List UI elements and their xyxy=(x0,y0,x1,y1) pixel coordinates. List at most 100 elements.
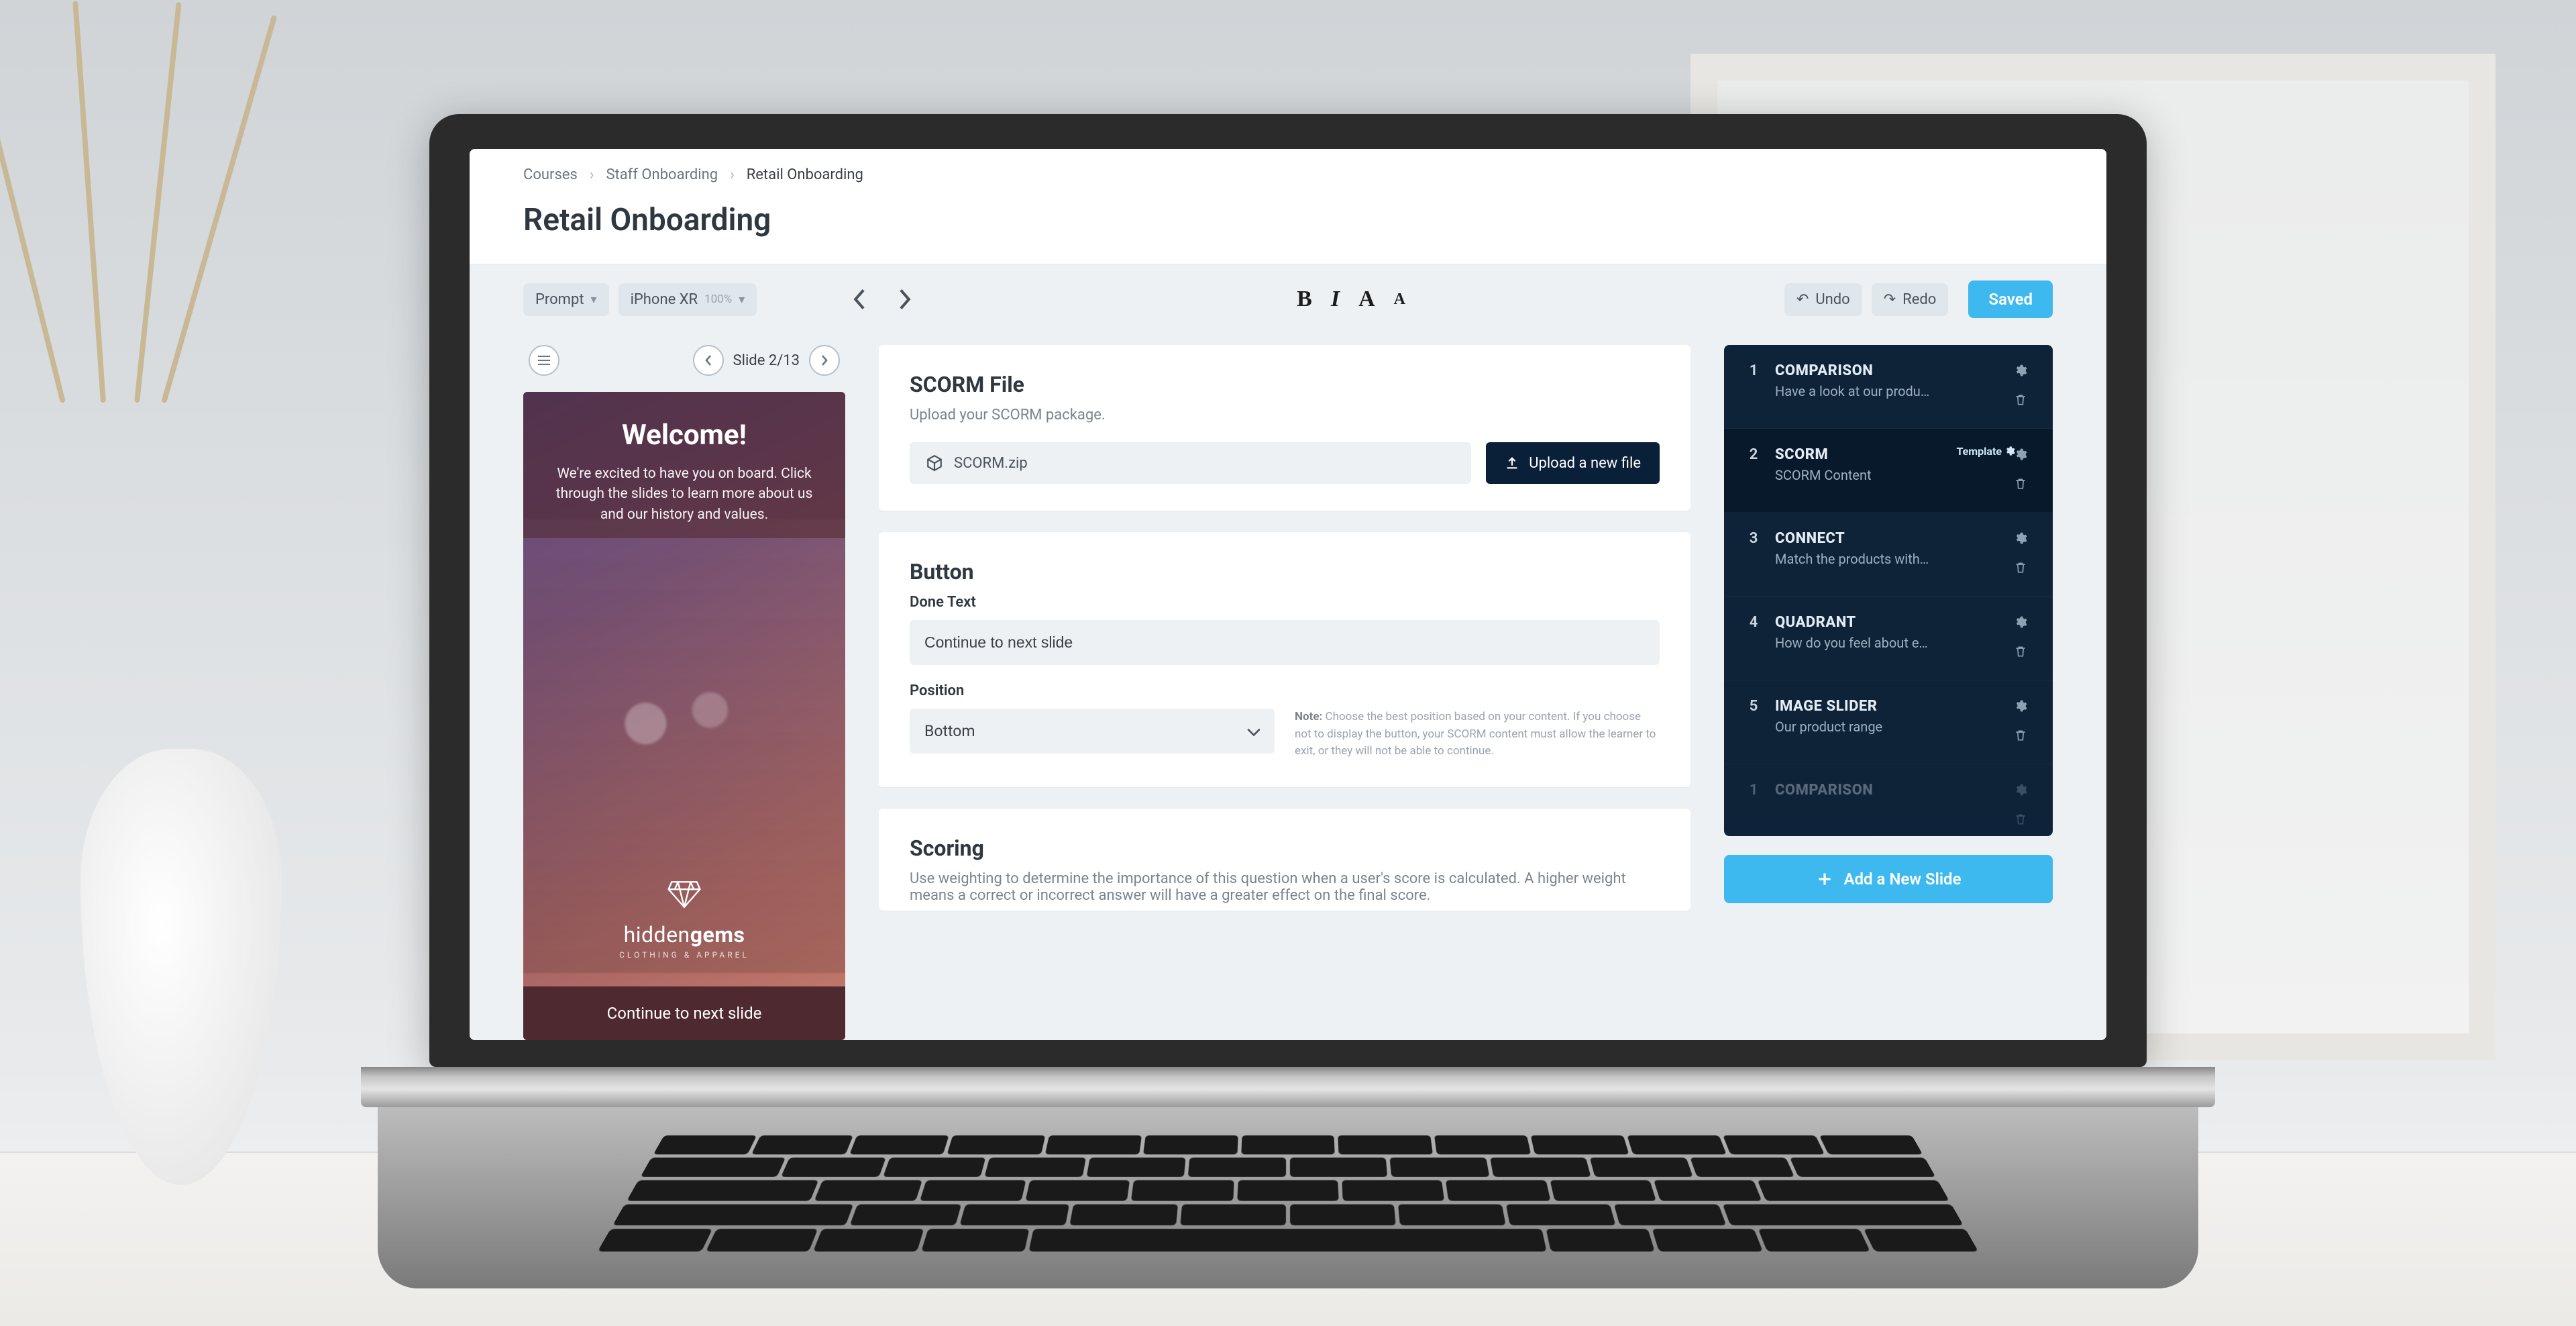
diamond-icon xyxy=(667,878,701,911)
redo-label: Redo xyxy=(1902,291,1936,308)
menu-icon xyxy=(537,355,551,366)
laptop-mockup: Courses › Staff Onboarding › Retail Onbo… xyxy=(429,114,2147,1288)
redo-button[interactable]: ↷ Redo xyxy=(1872,283,1949,316)
trash-icon[interactable] xyxy=(2014,392,2027,411)
editor-main: Slide 2/13 Welcome! We're excited to hav… xyxy=(470,318,2106,1040)
prev-slide-button[interactable] xyxy=(847,286,873,313)
slide-item[interactable]: 1 COMPARISON Have a look at our produ… xyxy=(1724,345,2053,429)
button-card-title: Button xyxy=(910,559,1660,584)
gear-icon[interactable] xyxy=(2014,782,2027,801)
device-preview: Welcome! We're excited to have you on bo… xyxy=(523,392,845,1040)
slide-item[interactable]: 1COMPARISON xyxy=(1724,764,2053,836)
breadcrumb-courses[interactable]: Courses xyxy=(523,166,578,183)
package-icon xyxy=(926,454,943,472)
trash-icon[interactable] xyxy=(2014,727,2027,746)
slide-counter: Slide 2/13 xyxy=(693,345,840,376)
zoom-value: 100% xyxy=(704,293,732,306)
next-slide-button[interactable] xyxy=(891,286,918,313)
scoring-body: Use weighting to determine the importanc… xyxy=(910,870,1660,904)
slide-desc: Have a look at our produ… xyxy=(1775,383,1996,399)
scorm-file-chip[interactable]: SCORM.zip xyxy=(910,442,1471,484)
scorm-file-name: SCORM.zip xyxy=(954,455,1028,472)
slide-desc: How do you feel about e… xyxy=(1775,635,1996,651)
slide-body: QUADRANT How do you feel about e… xyxy=(1775,614,1996,651)
done-text-input[interactable] xyxy=(910,620,1660,665)
slide-body: IMAGE SLIDER Our product range xyxy=(1775,698,1996,735)
upload-icon xyxy=(1505,456,1519,470)
bold-button[interactable]: B xyxy=(1297,287,1312,312)
gear-icon[interactable] xyxy=(2014,530,2027,549)
slide-number: 3 xyxy=(1740,530,1767,547)
slide-counter-text: Slide 2/13 xyxy=(733,352,800,369)
slide-item[interactable]: 4QUADRANTHow do you feel about e… xyxy=(1724,597,2053,680)
add-slide-label: Add a New Slide xyxy=(1844,870,1962,888)
slide-item[interactable]: 3 CONNECTMatch the products with… xyxy=(1724,513,2053,597)
undo-button[interactable]: ↶ Undo xyxy=(1784,283,1862,316)
breadcrumb-staff-onboarding[interactable]: Staff Onboarding xyxy=(606,166,718,183)
editor-toolbar: Prompt ▾ iPhone XR 100% ▾ xyxy=(470,264,2106,318)
trash-icon[interactable] xyxy=(2014,560,2027,578)
slide-actions xyxy=(2004,362,2037,411)
slide-actions xyxy=(2004,614,2037,662)
slides-column: 1COMPARISONHave a look at our produ…2SCO… xyxy=(1724,345,2053,1040)
position-select[interactable]: Bottom xyxy=(910,709,1275,754)
slide-actions xyxy=(2004,782,2037,830)
prompt-dropdown[interactable]: Prompt ▾ xyxy=(523,283,609,316)
button-card: Button Done Text Position Bottom xyxy=(879,532,1690,787)
trash-icon[interactable] xyxy=(2014,811,2027,830)
slide-desc: SCORM Content xyxy=(1775,467,1996,483)
config-column: SCORM File Upload your SCORM package. SC… xyxy=(879,345,1690,1040)
gear-icon[interactable] xyxy=(2014,698,2027,717)
gear-icon[interactable] xyxy=(2014,446,2027,465)
scorm-card: SCORM File Upload your SCORM package. SC… xyxy=(879,345,1690,511)
plus-icon xyxy=(1816,870,1833,888)
counter-prev-button[interactable] xyxy=(693,345,724,376)
slide-number: 2 xyxy=(1740,446,1767,463)
app-root: Courses › Staff Onboarding › Retail Onbo… xyxy=(470,149,2106,1040)
chevron-right-icon xyxy=(897,288,912,311)
device-label: iPhone XR xyxy=(631,291,698,308)
italic-button[interactable]: I xyxy=(1331,287,1340,312)
prompt-label: Prompt xyxy=(535,291,584,308)
slide-item[interactable]: 5IMAGE SLIDEROur product range xyxy=(1724,680,2053,764)
continue-button[interactable]: Continue to next slide xyxy=(523,986,845,1040)
slide-desc: Our product range xyxy=(1775,719,1996,735)
page-title: Retail Onboarding xyxy=(523,202,2053,238)
chevron-right-icon xyxy=(820,354,829,367)
add-slide-button[interactable]: Add a New Slide xyxy=(1724,855,2053,903)
gear-icon[interactable] xyxy=(2014,614,2027,633)
slide-body: CONNECTMatch the products with… xyxy=(1775,530,1996,567)
trash-icon[interactable] xyxy=(2014,476,2027,495)
slide-item[interactable]: 2SCORMSCORM ContentTemplate xyxy=(1724,429,2053,513)
slide-title: COMPARISON xyxy=(1775,782,1996,799)
position-note: Note: Choose the best position based on … xyxy=(1295,709,1660,760)
slide-title: QUADRANT xyxy=(1775,614,1996,631)
trash-icon[interactable] xyxy=(2014,644,2027,662)
font-size-large-button[interactable]: A xyxy=(1358,287,1375,312)
chevron-left-icon xyxy=(853,288,867,311)
font-size-small-button[interactable]: A xyxy=(1394,291,1405,309)
scorm-card-title: SCORM File xyxy=(910,372,1660,397)
slide-number: 1 xyxy=(1740,362,1767,379)
upload-file-button[interactable]: Upload a new file xyxy=(1486,442,1660,484)
note-body: Choose the best position based on your c… xyxy=(1295,710,1656,758)
slide-title: CONNECT xyxy=(1775,530,1996,547)
slide-body: COMPARISON xyxy=(1775,782,1996,803)
slide-title: COMPARISON xyxy=(1775,362,1996,379)
breadcrumb-current: Retail Onboarding xyxy=(747,166,863,183)
slide-title: IMAGE SLIDER xyxy=(1775,698,1996,715)
preview-menu-button[interactable] xyxy=(529,345,559,376)
device-dropdown[interactable]: iPhone XR 100% ▾ xyxy=(619,283,757,316)
gear-icon[interactable] xyxy=(2014,362,2027,381)
position-label: Position xyxy=(910,682,1660,699)
counter-next-button[interactable] xyxy=(809,345,840,376)
saved-badge: Saved xyxy=(1968,280,2053,318)
chevron-down-icon: ▾ xyxy=(739,293,745,307)
upload-btn-label: Upload a new file xyxy=(1529,455,1641,472)
preview-controls: Slide 2/13 xyxy=(523,345,845,392)
slide-list: 1COMPARISONHave a look at our produ…2SCO… xyxy=(1724,345,2053,836)
chevron-right-icon: › xyxy=(730,166,735,183)
welcome-block: Welcome! We're excited to have you on bo… xyxy=(523,392,845,538)
gear-icon[interactable] xyxy=(2004,446,2015,459)
brand-light-text: hidden xyxy=(624,922,690,948)
